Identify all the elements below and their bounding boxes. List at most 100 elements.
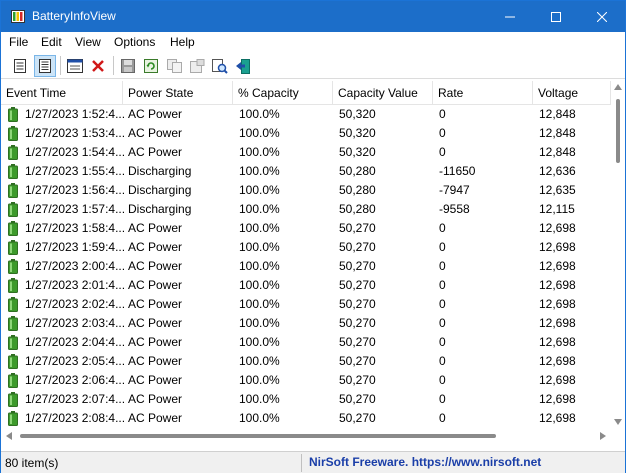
menu-file[interactable]: File: [9, 35, 28, 49]
cell-power-state: AC Power: [128, 316, 183, 330]
cell-capacity-percent: 100.0%: [239, 392, 280, 406]
cell-voltage: 12,698: [539, 316, 576, 330]
cell-power-state: AC Power: [128, 145, 183, 159]
toolbar: [1, 52, 625, 79]
cell-event-time: 1/27/2023 2:06:4...: [25, 373, 125, 387]
delete-button[interactable]: [87, 55, 109, 77]
column-header-voltage[interactable]: Voltage: [533, 81, 611, 105]
menu-options[interactable]: Options: [114, 35, 155, 49]
cell-rate: 0: [439, 126, 446, 140]
save-button[interactable]: [117, 55, 139, 77]
cell-event-time: 1/27/2023 1:59:4...: [25, 240, 125, 254]
table-row[interactable]: 1/27/2023 2:02:4... AC Power 100.0% 50,270 0…: [1, 295, 611, 314]
cell-power-state: AC Power: [128, 107, 183, 121]
column-header-capacity-value[interactable]: Capacity Value: [333, 81, 433, 105]
cell-rate: 0: [439, 107, 446, 121]
html-report-icon: [189, 59, 204, 73]
table-row[interactable]: 1/27/2023 1:53:4... AC Power 100.0% 50,320 0…: [1, 124, 611, 143]
cell-rate: 0: [439, 278, 446, 292]
cell-event-time: 1/27/2023 2:01:4...: [25, 278, 125, 292]
table-row[interactable]: 1/27/2023 2:01:4... AC Power 100.0% 50,270 0…: [1, 276, 611, 295]
table-row[interactable]: 1/27/2023 2:03:4... AC Power 100.0% 50,270 0…: [1, 314, 611, 333]
cell-capacity-percent: 100.0%: [239, 164, 280, 178]
table-row[interactable]: 1/27/2023 1:54:4... AC Power 100.0% 50,320 0…: [1, 143, 611, 162]
scroll-left-icon[interactable]: [6, 432, 12, 440]
cell-capacity-value: 50,270: [339, 240, 376, 254]
battery-icon: [8, 411, 18, 426]
menu-edit[interactable]: Edit: [41, 35, 62, 49]
cell-power-state: Discharging: [128, 164, 192, 178]
cell-rate: 0: [439, 259, 446, 273]
cell-power-state: AC Power: [128, 259, 183, 273]
status-separator: [301, 454, 302, 472]
column-header-rate[interactable]: Rate: [433, 81, 533, 105]
refresh-button[interactable]: [140, 55, 162, 77]
table-row[interactable]: 1/27/2023 1:57:4... Discharging 100.0% 50,2…: [1, 200, 611, 219]
battery-icon: [8, 183, 18, 198]
battery-info-mode-icon: [14, 59, 26, 73]
copy-icon: [166, 59, 182, 73]
battery-icon: [8, 335, 18, 350]
cell-rate: 0: [439, 335, 446, 349]
cell-rate: -7947: [439, 183, 470, 197]
table-row[interactable]: 1/27/2023 2:08:4... AC Power 100.0% 50,270 0…: [1, 409, 611, 428]
table-row[interactable]: 1/27/2023 1:52:4... AC Power 100.0% 50,320 0…: [1, 105, 611, 124]
scroll-down-icon[interactable]: [614, 419, 622, 425]
cell-event-time: 1/27/2023 2:05:4...: [25, 354, 125, 368]
table-row[interactable]: 1/27/2023 2:05:4... AC Power 100.0% 50,270 0…: [1, 352, 611, 371]
nirsoft-link[interactable]: NirSoft Freeware. https://www.nirsoft.ne…: [309, 455, 541, 469]
cell-event-time: 1/27/2023 1:53:4...: [25, 126, 125, 140]
cell-voltage: 12,698: [539, 297, 576, 311]
battery-icon: [8, 240, 18, 255]
table-row[interactable]: 1/27/2023 1:55:4... Discharging 100.0% 50,2…: [1, 162, 611, 181]
vertical-scrollbar[interactable]: [611, 81, 625, 429]
table-row[interactable]: 1/27/2023 2:04:4... AC Power 100.0% 50,270 0…: [1, 333, 611, 352]
table-row[interactable]: 1/27/2023 1:56:4... Discharging 100.0% 50,2…: [1, 181, 611, 200]
horizontal-scrollbar[interactable]: [1, 429, 611, 443]
cell-voltage: 12,698: [539, 373, 576, 387]
copy-button[interactable]: [163, 55, 185, 77]
column-header-power-state[interactable]: Power State: [123, 81, 233, 105]
battery-log-mode-button[interactable]: [34, 55, 56, 77]
battery-icon: [8, 259, 18, 274]
find-icon: [212, 58, 228, 74]
scroll-right-icon[interactable]: [600, 432, 606, 440]
table-row[interactable]: 1/27/2023 2:00:4... AC Power 100.0% 50,270 0…: [1, 257, 611, 276]
cell-capacity-percent: 100.0%: [239, 373, 280, 387]
table-row[interactable]: 1/27/2023 1:59:4... AC Power 100.0% 50,270 0…: [1, 238, 611, 257]
find-button[interactable]: [209, 55, 231, 77]
properties-button[interactable]: [64, 55, 86, 77]
cell-voltage: 12,848: [539, 107, 576, 121]
cell-capacity-percent: 100.0%: [239, 278, 280, 292]
cell-power-state: AC Power: [128, 297, 183, 311]
column-header-capacity-percent[interactable]: % Capacity: [233, 81, 333, 105]
battery-icon: [8, 107, 18, 122]
menu-view[interactable]: View: [75, 35, 101, 49]
horizontal-scroll-thumb[interactable]: [20, 434, 496, 438]
cell-capacity-percent: 100.0%: [239, 316, 280, 330]
minimize-button[interactable]: [487, 1, 533, 32]
table-row[interactable]: 1/27/2023 2:07:4... AC Power 100.0% 50,270 0…: [1, 390, 611, 409]
delete-icon: [92, 60, 104, 72]
window-title: BatteryInfoView: [32, 9, 116, 23]
title-bar[interactable]: BatteryInfoView: [1, 1, 625, 32]
exit-button[interactable]: [232, 55, 254, 77]
battery-info-mode-button[interactable]: [9, 55, 31, 77]
table-row[interactable]: 1/27/2023 2:06:4... AC Power 100.0% 50,270 0…: [1, 371, 611, 390]
cell-capacity-percent: 100.0%: [239, 126, 280, 140]
toolbar-separator: [113, 56, 114, 75]
html-report-button[interactable]: [186, 55, 208, 77]
column-header-event-time[interactable]: Event Time: [1, 81, 123, 105]
scroll-up-icon[interactable]: [614, 84, 622, 90]
cell-capacity-value: 50,270: [339, 373, 376, 387]
cell-rate: 0: [439, 316, 446, 330]
maximize-button[interactable]: [533, 1, 579, 32]
item-count: 80 item(s): [5, 456, 59, 470]
vertical-scroll-thumb[interactable]: [616, 99, 620, 163]
table-row[interactable]: 1/27/2023 1:58:4... AC Power 100.0% 50,270 0…: [1, 219, 611, 238]
battery-log-list[interactable]: Event Time Power State % Capacity Capaci…: [1, 81, 625, 443]
cell-capacity-value: 50,320: [339, 145, 376, 159]
menu-help[interactable]: Help: [170, 35, 195, 49]
cell-voltage: 12,698: [539, 354, 576, 368]
close-button[interactable]: [579, 1, 625, 32]
